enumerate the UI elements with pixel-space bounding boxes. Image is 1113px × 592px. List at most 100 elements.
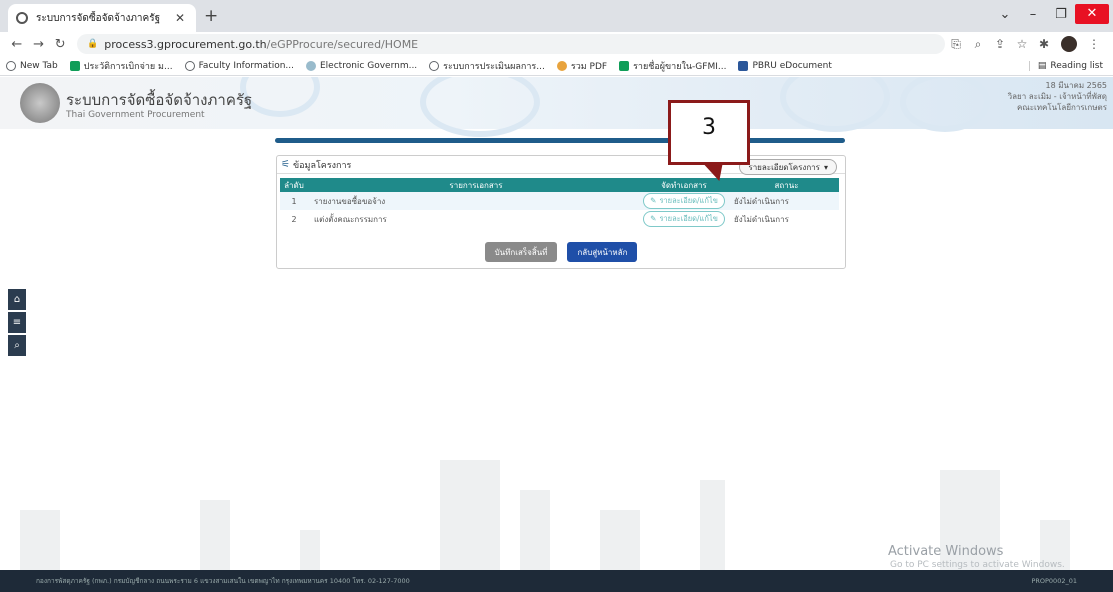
bookmark-new-tab[interactable]: New Tab (6, 60, 58, 71)
save-complete-button[interactable]: บันทึกเสร็จสิ้นที่ (484, 242, 558, 262)
edit-detail-button[interactable]: ✎ รายละเอียด/แก้ไข (643, 193, 725, 209)
bookmark-3[interactable]: Faculty Information... (184, 60, 294, 71)
bookmark-6[interactable]: รวม PDF (556, 59, 607, 73)
user-org: คณะเทคโนโลยีการเกษตร (1016, 103, 1107, 112)
edit-icon: ✎ (650, 214, 657, 223)
caret-down-icon: ▾ (823, 162, 828, 172)
browser-tab[interactable]: ระบบการจัดซื้อจัดจ้างภาครัฐ ✕ (8, 4, 196, 32)
row-action-cell: ✎ รายละเอียด/แก้ไข (638, 192, 730, 210)
skyline-shape (300, 530, 320, 570)
star-icon[interactable]: ☆ (1011, 37, 1033, 51)
site-subtitle: Thai Government Procurement (66, 110, 205, 120)
sliders-icon: ⚟ (281, 159, 290, 170)
panel-actions: บันทึกเสร็จสิ้นที่ กลับสู่หน้าหลัก (277, 242, 845, 262)
page-content: ระบบการจัดซื้อจัดจ้างภาครัฐ Thai Governm… (0, 77, 1113, 592)
skyline-shape (520, 490, 550, 570)
footer-address: กองการพัสดุภาครัฐ (กพภ.) กรมบัญชีกลาง ถน… (36, 577, 410, 585)
navigation-bar: ← → ↻ 🔒 process3.gprocurement.go.th/eGPP… (0, 32, 1113, 56)
home-icon[interactable]: ⌂ (8, 289, 26, 310)
bookmark-8[interactable]: PBRU eDocument (738, 60, 832, 71)
site-banner: ระบบการจัดซื้อจัดจ้างภาครัฐ Thai Governm… (0, 77, 1113, 137)
row-document: แต่งตั้งคณะกรรมการ (314, 214, 387, 224)
user-info: 18 มีนาคม 2565 วิลยา ละเมิม - เจ้าหน้าที… (1008, 80, 1107, 113)
page-code: PROP0002_01 (1031, 577, 1077, 585)
bookmark-7[interactable]: รายชื่อผู้ขายใน-GFMI... (619, 59, 726, 73)
address-bar[interactable]: 🔒 process3.gprocurement.go.th/eGPProcure… (77, 34, 945, 54)
new-tab-button[interactable]: + (204, 6, 218, 26)
row-status: ยังไม่ดำเนินการ (734, 214, 789, 224)
table-row: 2 แต่งตั้งคณะกรรมการ ✎ รายละเอียด/แก้ไข ย… (280, 210, 839, 228)
table-header-row: ลำดับ รายการเอกสาร จัดทำเอกสาร สถานะ (280, 178, 839, 192)
back-button[interactable]: ← (6, 37, 28, 52)
col-document: รายการเอกสาร (308, 178, 638, 192)
skyline-shape (700, 480, 725, 570)
leaf-icon (306, 60, 316, 71)
banner-ornament (780, 77, 890, 132)
divider-bar (275, 138, 845, 143)
tab-strip: ระบบการจัดซื้อจัดจ้างภาครัฐ ✕ + ⌄ – ❐ ✕ (0, 0, 1113, 32)
panel-title: ข้อมูลโครงการ (292, 160, 352, 171)
banner-ornament (420, 77, 540, 137)
edit-detail-button[interactable]: ✎ รายละเอียด/แก้ไข (643, 211, 725, 227)
skyline-shape (20, 510, 60, 570)
lock-icon: 🔒 (87, 39, 99, 49)
col-number: ลำดับ (280, 178, 308, 192)
chevron-down-icon[interactable]: ⌄ (991, 7, 1019, 22)
side-toolbar: ⌂ ≡ ⌕ (8, 289, 26, 358)
skyline-shape (440, 460, 500, 570)
skyline-shape (200, 500, 230, 570)
project-detail-dropdown[interactable]: รายละเอียดโครงการ ▾ (739, 159, 837, 175)
row-number: 1 (280, 192, 308, 210)
globe-icon (6, 60, 16, 71)
row-status: ยังไม่ดำเนินการ (730, 192, 839, 210)
reading-list-icon: ▤ (1037, 60, 1047, 71)
globe-icon (429, 60, 440, 71)
current-date: 18 มีนาคม 2565 (1045, 81, 1107, 90)
reload-button[interactable]: ↻ (49, 37, 71, 52)
extensions-icon[interactable]: ✱ (1033, 37, 1055, 51)
row-action-cell: ✎ รายละเอียด/แก้ไข (638, 210, 730, 228)
bookmark-2[interactable]: ประวัติการเบิกจ่าย ม... (69, 59, 173, 73)
window-controls: ⌄ – ❐ ✕ (991, 0, 1113, 28)
profile-avatar[interactable] (1061, 36, 1077, 52)
forward-button[interactable]: → (28, 37, 50, 52)
bookmarks-bar: New Tab ประวัติการเบิกจ่าย ม... Faculty … (0, 56, 1113, 76)
site-title: ระบบการจัดซื้อจัดจ้างภาครัฐ (66, 91, 253, 109)
step-number: 3 (702, 115, 716, 140)
activation-watermark-subtitle: Go to PC settings to activate Windows. (890, 560, 1065, 570)
share-icon[interactable]: ⇪ (989, 37, 1011, 51)
bookmark-5[interactable]: ระบบการประเมินผลการ... (429, 59, 545, 73)
project-info-panel: ⚟ ข้อมูลโครงการ รายละเอียดโครงการ ▾ ลำดั… (276, 155, 846, 269)
menu-dots-icon[interactable]: ⋮ (1083, 37, 1105, 51)
activation-watermark-title: Activate Windows (888, 544, 1004, 559)
bookmark-4[interactable]: Electronic Governm... (306, 60, 417, 71)
url-path: /eGPProcure/secured/HOME (266, 37, 419, 51)
translate-icon[interactable]: ⎘ (945, 37, 967, 52)
doc-icon (738, 60, 749, 71)
tab-title: ระบบการจัดซื้อจัดจ้างภาครัฐ (36, 12, 161, 24)
search-icon[interactable]: ⌕ (8, 335, 26, 356)
url-host: process3.gprocurement.go.th (104, 37, 267, 51)
minimize-button[interactable]: – (1019, 7, 1047, 22)
menu-icon[interactable]: ≡ (8, 312, 26, 333)
zoom-icon[interactable]: ⌕ (967, 37, 989, 52)
user-name: วิลยา ละเมิม - เจ้าหน้าที่พัสดุ (1007, 92, 1107, 101)
reading-list-button[interactable]: ▤ Reading list (1028, 60, 1113, 71)
table-row: 1 รายงานขอซื้อขอจ้าง ✎ รายละเอียด/แก้ไข ย… (280, 192, 839, 210)
documents-table: ลำดับ รายการเอกสาร จัดทำเอกสาร สถานะ 1 ร… (280, 178, 839, 228)
sheets-icon (619, 60, 630, 71)
skyline-shape (600, 510, 640, 570)
globe-icon (184, 60, 195, 71)
government-logo (20, 83, 60, 123)
close-window-button[interactable]: ✕ (1075, 4, 1109, 24)
page-footer: กองการพัสดุภาครัฐ (กพภ.) กรมบัญชีกลาง ถน… (0, 570, 1113, 592)
globe-icon (16, 12, 28, 24)
row-document: รายงานขอซื้อขอจ้าง (308, 192, 638, 210)
restore-button[interactable]: ❐ (1047, 7, 1075, 22)
dots-icon (556, 60, 567, 71)
sheets-icon (69, 60, 80, 71)
close-tab-icon[interactable]: ✕ (172, 11, 188, 25)
row-number: 2 (291, 214, 297, 224)
banner-ornament (900, 77, 990, 132)
back-home-button[interactable]: กลับสู่หน้าหลัก (567, 242, 638, 262)
